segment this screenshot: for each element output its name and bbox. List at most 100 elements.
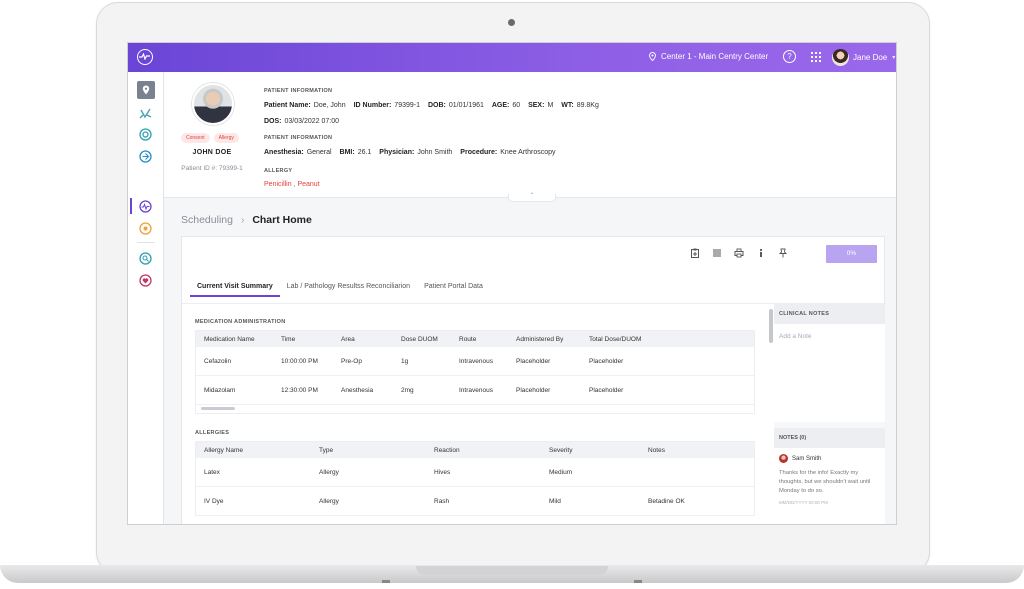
- breadcrumb-scheduling[interactable]: Scheduling: [181, 214, 233, 226]
- location-pin-icon: [142, 85, 150, 95]
- tab-patient-portal[interactable]: Patient Portal Data: [417, 283, 490, 297]
- horizontal-scrollbar[interactable]: [196, 405, 754, 413]
- pin-icon[interactable]: [778, 248, 788, 258]
- user-avatar[interactable]: [832, 49, 849, 66]
- tab-bar: Current Visit Summary Lab / Pathology Re…: [190, 283, 490, 297]
- column-header[interactable]: Notes: [640, 447, 750, 454]
- table-cell: Placeholder: [589, 357, 624, 365]
- column-header[interactable]: Reaction: [426, 447, 541, 454]
- medication-title: MEDICATION ADMINISTRATION: [195, 319, 286, 325]
- progress-indicator[interactable]: 0%: [826, 245, 877, 263]
- location-selector[interactable]: Center 1 - Main Centry Center: [649, 52, 768, 61]
- patient-id: Patient ID #: 79399-1: [181, 165, 243, 172]
- table-row[interactable]: Latex Allergy Hives Medium: [196, 458, 754, 487]
- sidebar-item-target-icon[interactable]: [139, 128, 152, 141]
- sidebar-item-sync-icon[interactable]: [139, 150, 152, 163]
- table-header: Medication Name Time Area Dose DUOM Rout…: [196, 331, 754, 347]
- app-logo-icon[interactable]: [137, 49, 153, 65]
- vertical-scrollbar[interactable]: [769, 309, 773, 343]
- column-header[interactable]: Total Dose/DUOM: [581, 336, 681, 343]
- sidebar-item-lungs-icon[interactable]: [139, 107, 152, 120]
- column-header[interactable]: Severity: [541, 447, 640, 454]
- table-cell: Intravenous: [459, 357, 493, 365]
- column-header[interactable]: Dose DUOM: [393, 336, 451, 343]
- table-cell: Latex: [204, 468, 220, 476]
- column-header[interactable]: Medication Name: [196, 336, 273, 343]
- chevron-down-icon: ▾: [892, 55, 896, 61]
- table-cell: Midazolam: [204, 386, 236, 394]
- table-header: Allergy Name Type Reaction Severity Note…: [196, 442, 754, 458]
- chart-card: 0% Current Visit Summary Lab / Pathology…: [181, 236, 886, 524]
- column-header[interactable]: Time: [273, 336, 333, 343]
- table-cell: 2mg: [401, 386, 414, 394]
- table-cell: 12:30:00 PM: [281, 386, 318, 394]
- table-cell: Allergy: [319, 468, 339, 476]
- list-icon[interactable]: [712, 248, 722, 258]
- note-text: Thanks for the info! Exactly my thoughts…: [779, 470, 871, 494]
- card-toolbar: [690, 248, 788, 258]
- column-header[interactable]: Area: [333, 336, 393, 343]
- table-row[interactable]: Midazolam 12:30:00 PM Anesthesia 2mg Int…: [196, 376, 754, 405]
- tab-lab-pathology[interactable]: Lab / Pathology Resultss Reconciliarion: [280, 283, 417, 297]
- column-header[interactable]: Administered By: [508, 336, 581, 343]
- section-title-allergy: ALLERGY: [264, 168, 293, 174]
- laptop-notch: [416, 566, 608, 575]
- laptop-foot: [382, 580, 390, 583]
- sidebar-item-search-icon[interactable]: [139, 252, 152, 265]
- table-cell: Pre-Op: [341, 357, 362, 365]
- note-date: MM/DD/YYYY 00:00 PM: [779, 500, 828, 505]
- sidebar-item-location[interactable]: [137, 81, 155, 99]
- table-cell: Cefazolin: [204, 357, 232, 365]
- table-cell: Medium: [549, 468, 573, 476]
- clipboard-add-icon[interactable]: [690, 248, 700, 258]
- medication-table: Medication Name Time Area Dose DUOM Rout…: [195, 330, 755, 414]
- help-icon[interactable]: ?: [783, 50, 796, 63]
- info-icon[interactable]: [756, 248, 766, 258]
- apps-grid-icon[interactable]: [811, 52, 821, 62]
- table-cell: Mild: [549, 497, 561, 505]
- print-icon[interactable]: [734, 248, 744, 258]
- user-name: Jane Doe: [853, 53, 888, 62]
- sidebar-divider: [137, 242, 155, 243]
- note-item[interactable]: Sam Smith Thanks for the info! Exactly m…: [774, 448, 885, 524]
- table-cell: Allergy: [319, 497, 339, 505]
- notes-count-title: NOTES (0): [774, 428, 885, 448]
- table-row[interactable]: IV Dye Allergy Rash Mild Betadine OK: [196, 487, 754, 516]
- collapse-header-button[interactable]: ⌃: [508, 193, 556, 202]
- laptop-foot: [634, 580, 642, 583]
- avatar: [779, 454, 788, 463]
- table-cell: Intravenous: [459, 386, 493, 394]
- sidebar-active-marker: [130, 198, 132, 214]
- patient-header: Consent Allergy JOHN DOE Patient ID #: 7…: [164, 72, 896, 202]
- sidebar: [128, 72, 164, 524]
- allergies-title: ALLERGIES: [195, 430, 230, 436]
- sidebar-item-heart-icon[interactable]: [139, 274, 152, 287]
- table-cell: Anesthesia: [341, 386, 374, 394]
- table-cell: 10:00:00 PM: [281, 357, 318, 365]
- user-menu[interactable]: Jane Doe ▾: [853, 53, 895, 62]
- tab-current-visit-summary[interactable]: Current Visit Summary: [190, 283, 280, 297]
- laptop-camera: [508, 19, 515, 26]
- chevron-right-icon: ›: [240, 214, 245, 226]
- section-title-procedure-info: PATIENT INFORMATION: [264, 135, 333, 141]
- table-cell: Rash: [434, 497, 450, 505]
- clinical-notes-panel: CLINICAL NOTES Add a Note NOTES (0) Sam …: [774, 304, 885, 524]
- table-cell: Betadine OK: [648, 497, 685, 505]
- app-screen: Center 1 - Main Centry Center ? Jane Doe…: [127, 42, 897, 525]
- table-cell: IV Dye: [204, 497, 224, 505]
- sidebar-item-sun-icon[interactable]: [139, 222, 152, 235]
- table-cell: Placeholder: [516, 357, 551, 365]
- column-header[interactable]: Route: [451, 336, 508, 343]
- table-cell: 1g: [401, 357, 409, 365]
- page-title: Chart Home: [252, 214, 312, 226]
- column-header[interactable]: Type: [311, 447, 426, 454]
- allergy-tag[interactable]: Allergy: [213, 133, 239, 143]
- consent-tag[interactable]: Consent: [181, 133, 210, 143]
- table-row[interactable]: Cefazolin 10:00:00 PM Pre-Op 1g Intraven…: [196, 347, 754, 376]
- add-note-input[interactable]: Add a Note: [774, 324, 885, 422]
- table-cell: Placeholder: [516, 386, 551, 394]
- column-header[interactable]: Allergy Name: [196, 447, 311, 454]
- patient-tags: Consent Allergy: [181, 133, 239, 143]
- visit-summary-content: MEDICATION ADMINISTRATION Medication Nam…: [182, 304, 767, 524]
- sidebar-item-vitals-icon[interactable]: [139, 200, 152, 213]
